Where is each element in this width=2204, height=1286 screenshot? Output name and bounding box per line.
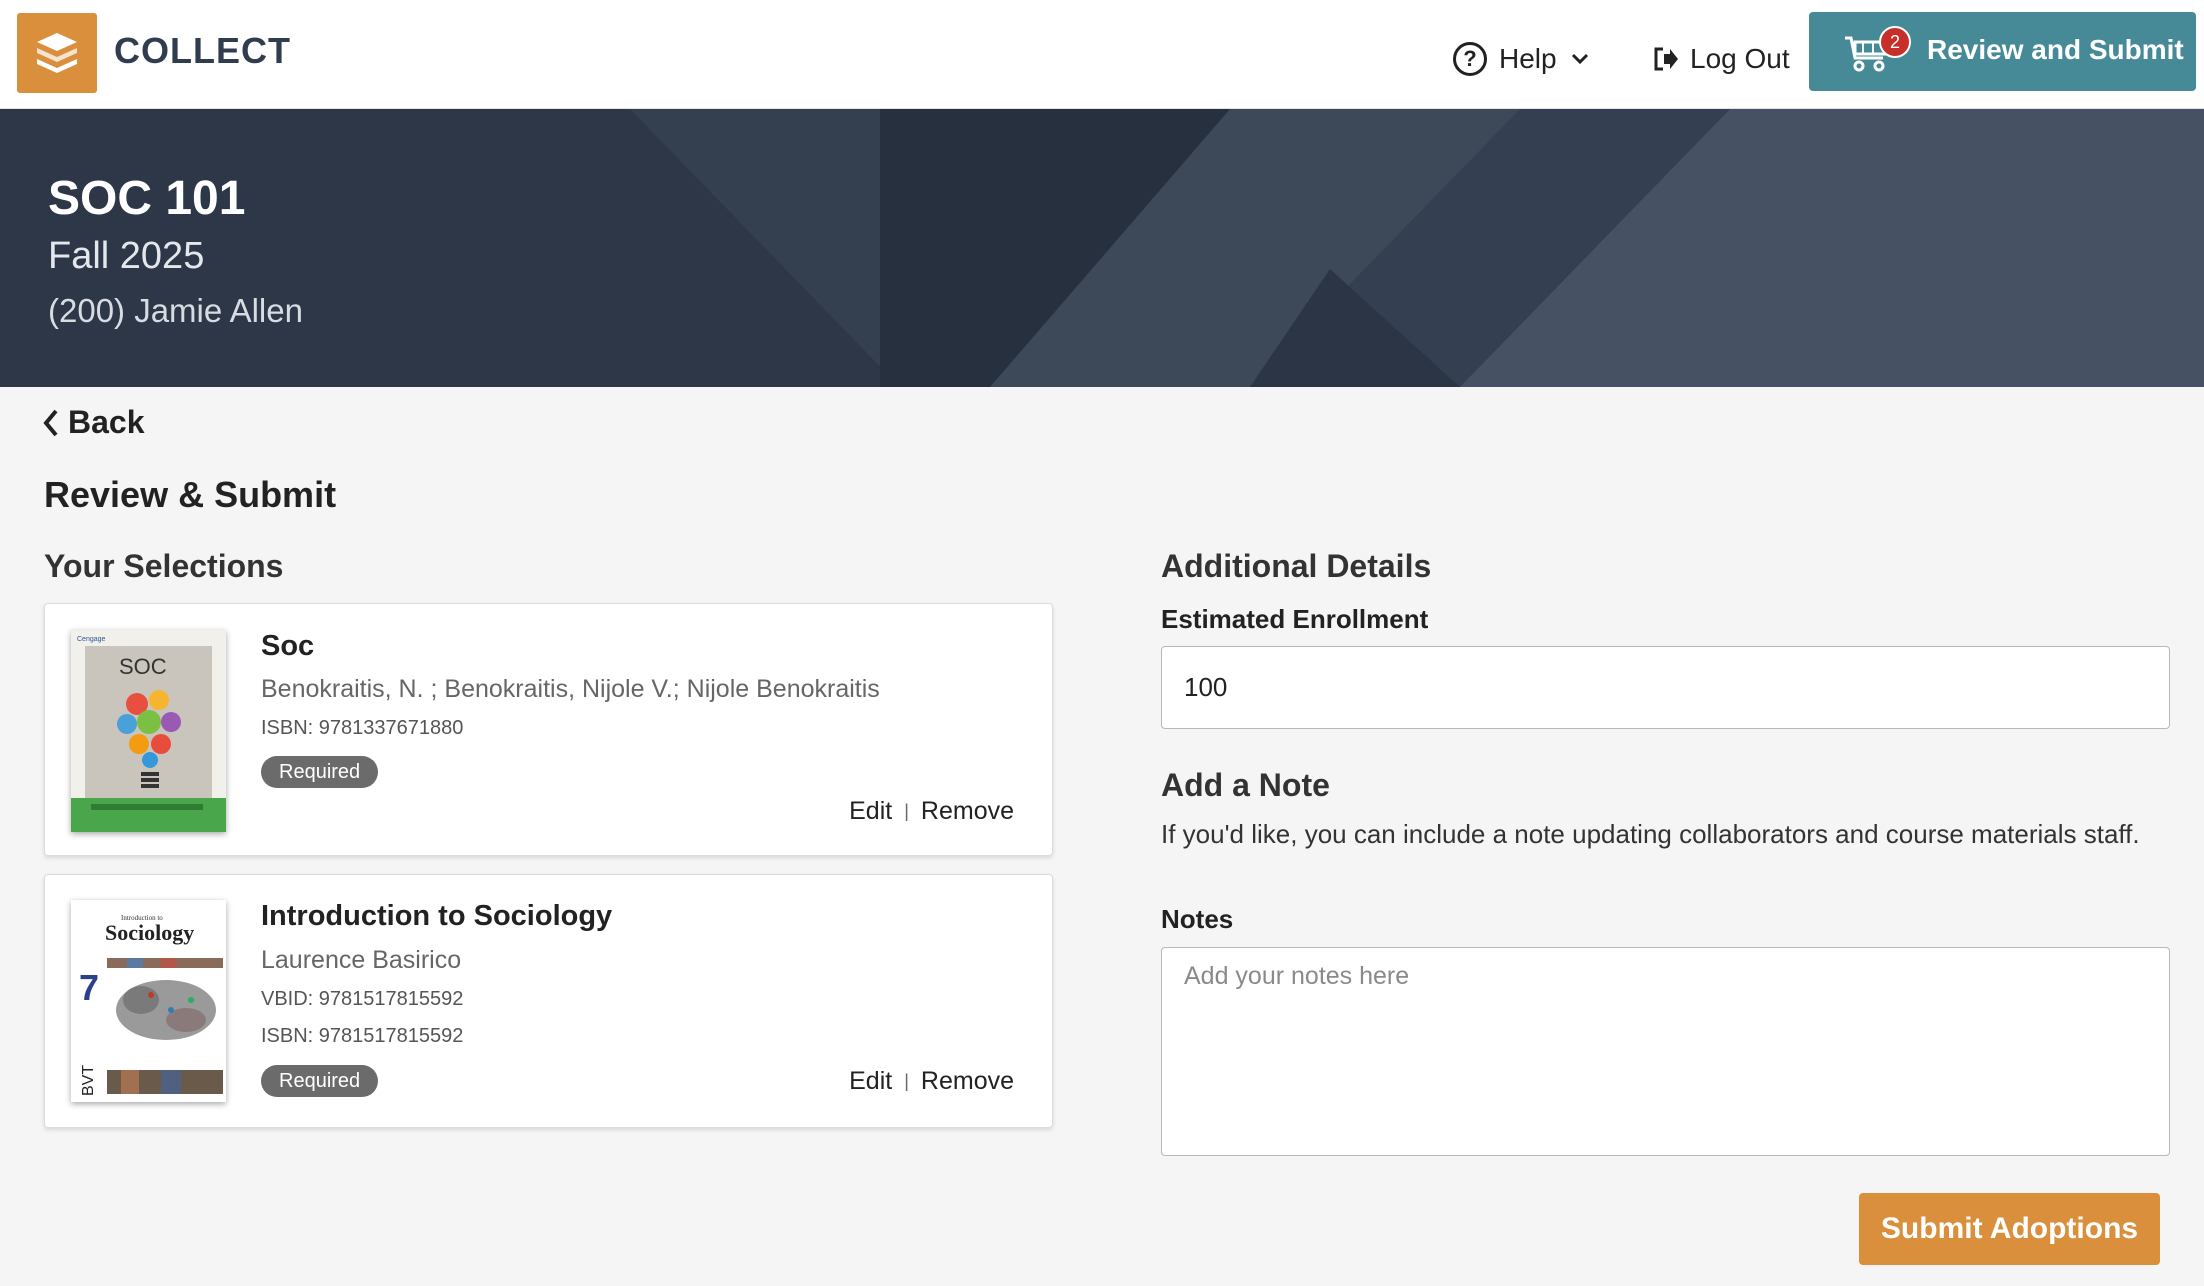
help-icon: ? [1453, 42, 1487, 76]
help-label: Help [1499, 43, 1557, 74]
book-isbn: ISBN: 9781517815592 [261, 1025, 464, 1047]
course-banner: SOC 101 Fall 2025 (200) Jamie Allen [0, 109, 2204, 387]
submit-adoptions-button[interactable]: Submit Adoptions [1859, 1193, 2160, 1265]
brand-name: COLLECT [114, 30, 291, 71]
book-vbid: VBID: 9781517815592 [261, 988, 464, 1010]
book-cover-image[interactable]: Cengage SOC [71, 630, 226, 832]
cover-publisher: BVT [80, 1065, 97, 1096]
review-and-submit-label: Review and Submit [1927, 34, 2184, 65]
estimated-enrollment-label: Estimated Enrollment [1161, 604, 1429, 634]
logout-icon [1654, 47, 1678, 71]
cover-title: SOC [119, 654, 167, 679]
book-isbn: ISBN: 9781337671880 [261, 717, 464, 739]
back-link[interactable]: Back [42, 404, 145, 441]
top-navigation-bar: COLLECT ? Help Log Out 2 Review and Subm… [0, 0, 2204, 109]
estimated-enrollment-input[interactable] [1161, 646, 2170, 729]
card-actions: Edit | Remove [849, 1067, 1014, 1096]
notes-label: Notes [1161, 904, 1234, 934]
chevron-down-icon [1571, 53, 1588, 65]
book-authors: Laurence Basirico [261, 946, 462, 974]
page-title: Review & Submit [44, 474, 337, 515]
logout-button[interactable]: Log Out [1652, 36, 1790, 82]
banner-background-pattern [0, 109, 2204, 387]
book-authors: Benokraitis, N. ; Benokraitis, Nijole V.… [261, 675, 880, 703]
cover-publisher: Cengage [77, 636, 106, 643]
cart-count-badge: 2 [1879, 26, 1911, 58]
collect-logo-icon[interactable] [17, 13, 97, 93]
notes-textarea[interactable] [1161, 947, 2170, 1156]
your-selections-heading: Your Selections [44, 548, 284, 584]
book-cover-image[interactable]: Introduction to Sociology 7 BVT [71, 900, 226, 1102]
logout-label: Log Out [1690, 43, 1790, 74]
chevron-left-icon [43, 409, 58, 436]
remove-button[interactable]: Remove [921, 1067, 1014, 1096]
status-badge: Required [261, 756, 379, 788]
additional-details-heading: Additional Details [1161, 548, 1432, 584]
help-menu[interactable]: ? Help [1453, 36, 1591, 82]
card-actions: Edit | Remove [849, 797, 1014, 826]
note-description: If you'd like, you can include a note up… [1161, 819, 2140, 849]
action-separator: | [904, 1071, 909, 1091]
remove-button[interactable]: Remove [921, 797, 1014, 826]
book-title: Soc [261, 630, 315, 662]
selection-card: Introduction to Sociology 7 BVT Introduc… [44, 874, 1053, 1128]
selection-card: Cengage SOC Soc Benokraitis, N. ; Benokr… [44, 603, 1053, 856]
course-instructor: (200) Jamie Allen [48, 292, 303, 329]
back-label: Back [68, 404, 145, 440]
course-term: Fall 2025 [48, 235, 205, 277]
book-title: Introduction to Sociology [261, 900, 613, 932]
edit-button[interactable]: Edit [849, 1067, 892, 1096]
action-separator: | [904, 801, 909, 821]
cover-edition: 7 [79, 967, 99, 1008]
review-and-submit-button[interactable]: 2 Review and Submit [1809, 12, 2196, 91]
edit-button[interactable]: Edit [849, 797, 892, 826]
cover-title: Sociology [105, 920, 194, 945]
course-code: SOC 101 [48, 172, 246, 225]
add-a-note-heading: Add a Note [1161, 767, 1330, 803]
status-badge: Required [261, 1065, 379, 1097]
